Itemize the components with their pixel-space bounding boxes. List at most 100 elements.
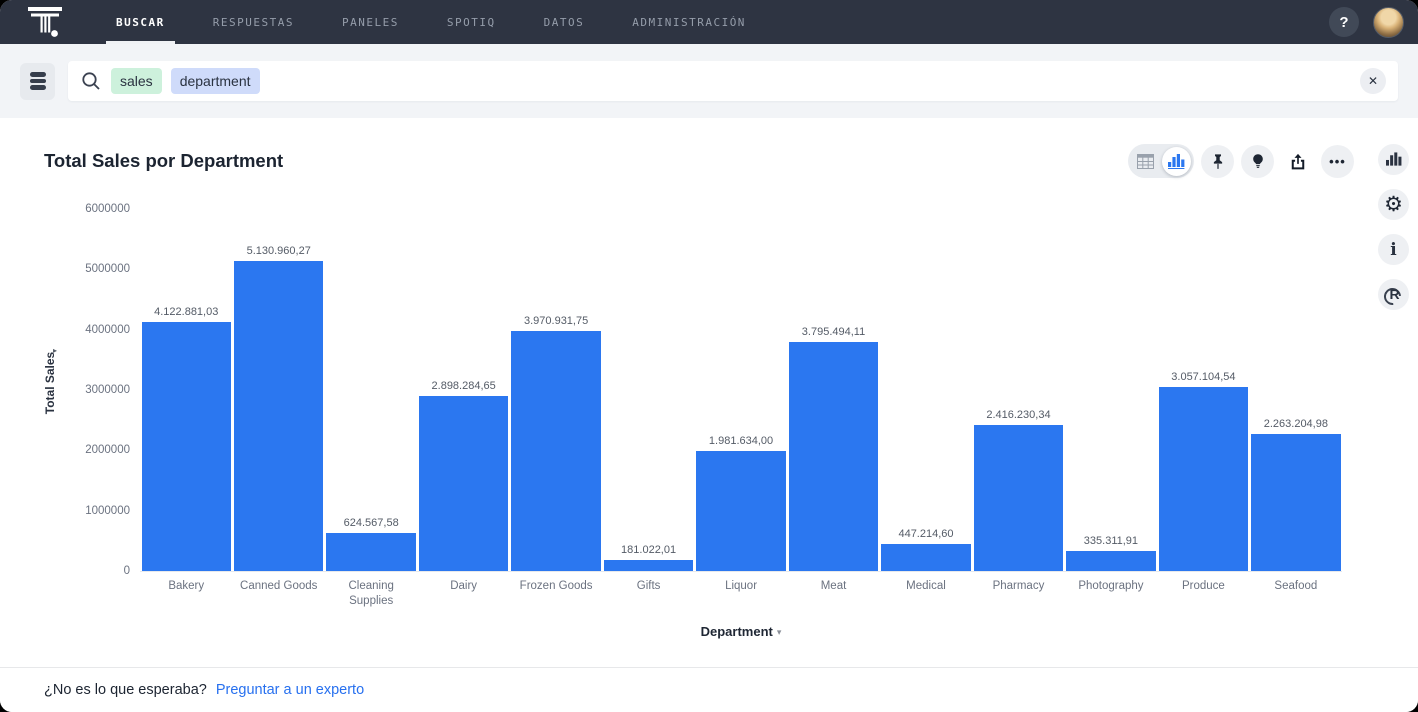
x-axis-labels: BakeryCanned GoodsCleaning SuppliesDairy… bbox=[140, 579, 1342, 609]
bar-gifts[interactable] bbox=[604, 560, 693, 571]
answer-card: Total Sales por Department bbox=[0, 118, 1418, 712]
bar-dairy[interactable] bbox=[419, 396, 508, 571]
nav-item-buscar[interactable]: BUSCAR bbox=[92, 0, 189, 44]
r-analysis-button[interactable]: R bbox=[1378, 279, 1409, 310]
bar-medical[interactable] bbox=[881, 544, 970, 571]
nav-item-respuestas[interactable]: RESPUESTAS bbox=[189, 0, 318, 44]
bar-slot: 624.567,58 bbox=[325, 209, 417, 571]
bar-value-label: 624.567,58 bbox=[344, 517, 399, 529]
right-rail: ⚙ i R bbox=[1378, 144, 1409, 310]
table-icon bbox=[1137, 154, 1154, 169]
bar-value-label: 4.122.881,03 bbox=[154, 306, 218, 318]
chevron-down-icon: ▾ bbox=[777, 627, 782, 637]
y-tick-label: 3000000 bbox=[85, 384, 130, 396]
nav-item-administraci-n[interactable]: ADMINISTRACIÓN bbox=[608, 0, 770, 44]
bar-canned-goods[interactable] bbox=[234, 261, 323, 571]
top-nav: BUSCARRESPUESTASPANELESSPOTIQDATOSADMINI… bbox=[0, 0, 1418, 44]
y-tick-label: 0 bbox=[124, 565, 130, 577]
bar-value-label: 447.214,60 bbox=[898, 528, 953, 540]
spotiq-analyze-button[interactable] bbox=[1241, 145, 1274, 178]
x-tick-label: Medical bbox=[880, 579, 972, 609]
y-tick-label: 2000000 bbox=[85, 444, 130, 456]
search-row: sales department ✕ bbox=[0, 44, 1418, 118]
x-tick-label: Frozen Goods bbox=[510, 579, 602, 609]
search-token-sales[interactable]: sales bbox=[111, 68, 162, 94]
bar-slot: 5.130.960,27 bbox=[232, 209, 324, 571]
bar-slot: 447.214,60 bbox=[880, 209, 972, 571]
x-tick-label: Cleaning Supplies bbox=[325, 579, 417, 609]
y-tick-label: 1000000 bbox=[85, 505, 130, 517]
data-source-button[interactable] bbox=[20, 63, 55, 100]
bar-bakery[interactable] bbox=[142, 322, 231, 571]
y-tick-label: 5000000 bbox=[85, 263, 130, 275]
ask-expert-link[interactable]: Preguntar a un experto bbox=[216, 682, 364, 698]
app-window: BUSCARRESPUESTASPANELESSPOTIQDATOSADMINI… bbox=[0, 0, 1418, 712]
bar-value-label: 5.130.960,27 bbox=[247, 245, 311, 257]
y-tick-label: 4000000 bbox=[85, 324, 130, 336]
x-tick-label: Dairy bbox=[417, 579, 509, 609]
x-tick-label: Produce bbox=[1157, 579, 1249, 609]
search-input[interactable]: sales department ✕ bbox=[68, 61, 1398, 101]
chart-config-icon bbox=[1386, 152, 1402, 167]
bar-chart-icon bbox=[1168, 154, 1185, 169]
bar-value-label: 2.898.284,65 bbox=[432, 380, 496, 392]
chart-view-button[interactable] bbox=[1162, 147, 1191, 176]
info-button[interactable]: i bbox=[1378, 234, 1409, 265]
search-token-department[interactable]: department bbox=[171, 68, 260, 94]
bars-container: 4.122.881,03 5.130.960,27 624.567,58 2.898.… bbox=[140, 209, 1342, 571]
table-view-button[interactable] bbox=[1131, 147, 1160, 176]
lightbulb-icon bbox=[1249, 152, 1267, 171]
nav-item-datos[interactable]: DATOS bbox=[520, 0, 609, 44]
chart-title: Total Sales por Department bbox=[44, 150, 283, 172]
bar-produce[interactable] bbox=[1159, 387, 1248, 571]
help-button[interactable]: ? bbox=[1329, 7, 1359, 37]
avatar[interactable] bbox=[1373, 7, 1404, 38]
thoughtspot-logo-icon[interactable] bbox=[26, 2, 64, 42]
x-tick-label: Bakery bbox=[140, 579, 232, 609]
bar-slot: 3.970.931,75 bbox=[510, 209, 602, 571]
bar-slot: 3.057.104,54 bbox=[1157, 209, 1249, 571]
bar-value-label: 1.981.634,00 bbox=[709, 435, 773, 447]
x-tick-label: Seafood bbox=[1250, 579, 1342, 609]
bar-liquor[interactable] bbox=[696, 451, 785, 571]
share-button[interactable] bbox=[1281, 145, 1314, 178]
more-options-button[interactable]: ••• bbox=[1321, 145, 1354, 178]
bar-slot: 3.795.494,11 bbox=[787, 209, 879, 571]
bar-value-label: 335.311,91 bbox=[1084, 535, 1138, 547]
search-icon bbox=[80, 70, 102, 92]
nav-right: ? bbox=[1329, 7, 1418, 38]
bar-value-label: 181.022,01 bbox=[621, 544, 676, 556]
bar-frozen-goods[interactable] bbox=[511, 331, 600, 571]
bar-slot: 4.122.881,03 bbox=[140, 209, 232, 571]
r-script-icon: R bbox=[1384, 287, 1404, 303]
bar-value-label: 2.416.230,34 bbox=[986, 409, 1050, 421]
x-tick-label: Canned Goods bbox=[232, 579, 324, 609]
share-icon bbox=[1288, 151, 1308, 171]
bar-value-label: 3.057.104,54 bbox=[1171, 371, 1235, 383]
x-axis-title[interactable]: Department▾ bbox=[140, 624, 1342, 639]
nav-item-spotiq[interactable]: SPOTIQ bbox=[423, 0, 520, 44]
nav-item-paneles[interactable]: PANELES bbox=[318, 0, 423, 44]
x-tick-label: Meat bbox=[787, 579, 879, 609]
y-axis-label[interactable]: Total Sales bbox=[40, 268, 60, 498]
settings-button[interactable]: ⚙ bbox=[1378, 189, 1409, 220]
bar-value-label: 3.795.494,11 bbox=[802, 326, 865, 338]
bar-pharmacy[interactable] bbox=[974, 425, 1063, 571]
x-tick-label: Photography bbox=[1065, 579, 1157, 609]
bar-slot: 181.022,01 bbox=[602, 209, 694, 571]
bar-slot: 335.311,91 bbox=[1065, 209, 1157, 571]
chart-toolbar: ••• bbox=[1128, 144, 1354, 178]
chart-config-button[interactable] bbox=[1378, 144, 1409, 175]
settings-gear-icon: ⚙ bbox=[1384, 194, 1403, 215]
bar-seafood[interactable] bbox=[1251, 434, 1340, 571]
database-icon bbox=[30, 72, 46, 77]
bar-photography[interactable] bbox=[1066, 551, 1155, 571]
y-axis-caret-icon: ▸ bbox=[53, 346, 57, 355]
clear-search-button[interactable]: ✕ bbox=[1360, 68, 1386, 94]
bar-meat[interactable] bbox=[789, 342, 878, 571]
x-tick-label: Gifts bbox=[602, 579, 694, 609]
bar-cleaning-supplies[interactable] bbox=[326, 533, 415, 571]
y-tick-label: 6000000 bbox=[85, 203, 130, 215]
pin-button[interactable] bbox=[1201, 145, 1234, 178]
pin-icon bbox=[1209, 152, 1227, 171]
